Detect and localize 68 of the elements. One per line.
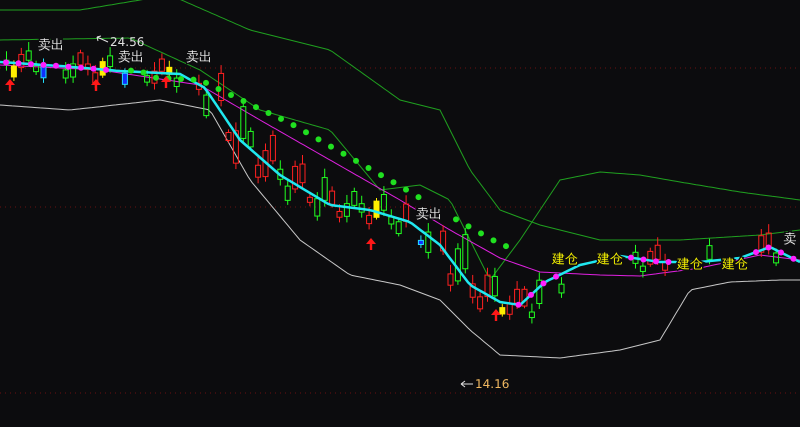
signal-dot	[416, 194, 422, 200]
candlestick	[558, 276, 564, 298]
signal-dot	[316, 136, 322, 142]
signal-dot	[78, 64, 84, 71]
signal-dot	[466, 223, 472, 230]
signal-dot	[778, 250, 784, 256]
signal-dot	[653, 258, 659, 264]
signal-dot	[666, 259, 672, 265]
signal-dot	[403, 186, 409, 193]
signal-dot	[303, 129, 309, 136]
signal-label: 卖出	[38, 38, 64, 53]
signal-dot	[753, 249, 759, 256]
signal-dot	[153, 74, 159, 81]
signal-dot	[103, 66, 109, 73]
signal-dot	[516, 302, 522, 308]
signal-dot	[503, 243, 509, 250]
signal-dot	[353, 158, 359, 164]
up-arrow-icon	[491, 309, 501, 321]
signal-dot	[40, 62, 46, 68]
signal-dot	[766, 244, 772, 251]
signal-dot	[278, 116, 284, 122]
candlestick	[706, 238, 712, 265]
signal-dot	[328, 144, 334, 150]
signal-dot	[366, 165, 372, 171]
up-arrow-icon	[5, 79, 15, 91]
signal-dot	[290, 122, 296, 128]
signal-dot	[253, 104, 259, 110]
signal-label: 卖出	[118, 50, 144, 65]
signal-dot	[340, 150, 346, 157]
signal-dot	[628, 254, 634, 261]
candlestick	[122, 68, 128, 88]
signal-dot	[378, 172, 384, 178]
signal-dot	[640, 256, 646, 263]
signal-dot	[528, 292, 534, 298]
signal-label: 卖	[784, 232, 796, 247]
up-arrow-icon	[366, 238, 376, 250]
signal-dot	[553, 274, 559, 280]
signal-dot	[216, 86, 222, 92]
candlestick	[440, 224, 446, 256]
signal-dot	[478, 230, 484, 236]
signal-dot	[228, 92, 234, 98]
signal-dot	[240, 98, 246, 104]
signal-dot	[190, 76, 196, 83]
pointer-arrow-icon	[96, 36, 108, 42]
signal-dot	[16, 60, 22, 66]
signal-dot	[266, 110, 272, 116]
signal-dot	[90, 66, 96, 72]
signal-dot	[53, 62, 59, 69]
signal-dot	[203, 80, 209, 86]
up-arrow-icon	[91, 79, 101, 91]
signal-dot	[28, 61, 34, 68]
signal-dot	[66, 64, 72, 70]
signal-dot	[490, 237, 496, 244]
signal-label: 卖出	[186, 50, 212, 65]
signal-dot	[790, 256, 796, 262]
candlestick	[218, 64, 224, 107]
signal-dot	[128, 68, 134, 74]
signal-dot	[140, 70, 146, 76]
pointer-arrow-icon	[460, 380, 474, 388]
signal-dot	[178, 76, 184, 82]
up-arrow-icon	[161, 76, 171, 88]
signal-dot	[390, 179, 396, 186]
signal-dot	[3, 59, 9, 66]
signal-dot	[540, 280, 546, 286]
signal-dot	[453, 216, 459, 222]
signal-label: 建仓	[552, 252, 578, 267]
price-label: 14.16	[475, 377, 510, 391]
price-label: 24.56	[110, 35, 144, 49]
